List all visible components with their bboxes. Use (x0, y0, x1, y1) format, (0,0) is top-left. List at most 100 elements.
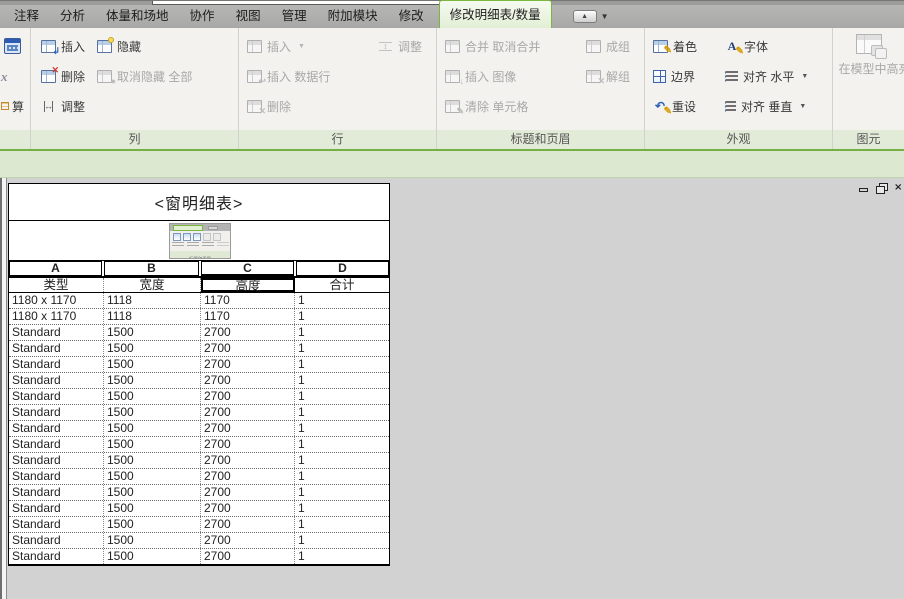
tab-collaborate[interactable]: 协作 (184, 2, 221, 28)
reset-button[interactable]: ↶ ✎ 重设 (653, 98, 711, 117)
table-cell[interactable]: 1170 (201, 293, 295, 308)
table-cell[interactable]: 1500 (104, 325, 201, 340)
header-height-selected[interactable]: 高度 (201, 278, 295, 292)
table-cell[interactable]: 2700 (201, 453, 295, 468)
tab-modify-schedule[interactable]: 修改明细表/数量 (438, 0, 552, 28)
shading-button[interactable]: ✎ 着色 (653, 38, 711, 55)
tab-massing-site[interactable]: 体量和场地 (100, 2, 175, 28)
calculated-button[interactable]: 算 (1, 98, 24, 115)
table-cell[interactable]: 2700 (201, 357, 295, 372)
collapse-ribbon-button[interactable]: ▲ (572, 10, 597, 23)
table-cell[interactable]: Standard (9, 533, 104, 548)
table-cell[interactable]: 2700 (201, 517, 295, 532)
close-icon[interactable]: × (894, 183, 902, 193)
table-cell[interactable]: 2700 (201, 325, 295, 340)
table-cell[interactable]: Standard (9, 357, 104, 372)
table-cell[interactable]: 1500 (104, 341, 201, 356)
column-letter-d[interactable]: D (296, 261, 389, 276)
table-cell[interactable]: Standard (9, 341, 104, 356)
table-cell[interactable]: 1 (295, 453, 389, 468)
table-cell[interactable]: 1500 (104, 437, 201, 452)
table-cell[interactable]: 1500 (104, 373, 201, 388)
table-cell[interactable]: 1 (295, 469, 389, 484)
table-cell[interactable]: Standard (9, 325, 104, 340)
header-width[interactable]: 宽度 (104, 278, 201, 292)
table-cell[interactable]: 1 (295, 421, 389, 436)
table-cell[interactable]: 1 (295, 309, 389, 324)
table-cell[interactable]: Standard (9, 517, 104, 532)
table-cell[interactable]: 1500 (104, 405, 201, 420)
embedded-ribbon-screenshot-image[interactable]: 标题和页眉 (169, 223, 231, 259)
table-cell[interactable]: Standard (9, 469, 104, 484)
tab-manage[interactable]: 管理 (276, 2, 313, 28)
delete-column-button[interactable]: ✕ 删除 (41, 65, 85, 85)
table-cell[interactable]: 1 (295, 357, 389, 372)
table-cell[interactable]: 1500 (104, 389, 201, 404)
table-cell[interactable]: 1500 (104, 357, 201, 372)
table-cell[interactable]: 1500 (104, 485, 201, 500)
tab-modify[interactable]: 修改 (393, 2, 430, 28)
align-vertical-button[interactable]: 对齐 垂直 ▼ (725, 98, 806, 115)
table-cell[interactable]: 1 (295, 533, 389, 548)
tab-addins[interactable]: 附加模块 (322, 2, 384, 28)
table-cell[interactable]: 1 (295, 293, 389, 308)
table-cell[interactable]: 2700 (201, 389, 295, 404)
table-cell[interactable]: Standard (9, 453, 104, 468)
table-cell[interactable]: 1180 x 1170 (9, 293, 104, 308)
table-cell[interactable]: 1180 x 1170 (9, 309, 104, 324)
table-cell[interactable]: Standard (9, 405, 104, 420)
schedule-title[interactable]: <窗明细表> (9, 184, 389, 221)
table-cell[interactable]: 1118 (104, 293, 201, 308)
table-cell[interactable]: 1 (295, 437, 389, 452)
hide-column-button[interactable]: 隐藏 (97, 36, 141, 55)
table-cell[interactable]: Standard (9, 389, 104, 404)
table-cell[interactable]: 1 (295, 517, 389, 532)
header-count[interactable]: 合计 (295, 278, 389, 292)
table-cell[interactable]: 2700 (201, 341, 295, 356)
table-cell[interactable]: 2700 (201, 421, 295, 436)
table-cell[interactable]: 1500 (104, 469, 201, 484)
table-cell[interactable]: 1 (295, 501, 389, 516)
tab-analyze[interactable]: 分析 (54, 2, 91, 28)
align-horizontal-button[interactable]: 对齐 水平 ▼ (725, 68, 808, 85)
borders-button[interactable]: 边界 (653, 68, 711, 85)
column-letter-c-selected[interactable]: C (201, 261, 294, 276)
resize-column-button[interactable]: ↔ 调整 (41, 98, 85, 115)
column-letter-a[interactable]: A (9, 261, 102, 276)
table-cell[interactable]: Standard (9, 373, 104, 388)
table-cell[interactable]: 1 (295, 325, 389, 340)
table-cell[interactable]: 2700 (201, 501, 295, 516)
table-cell[interactable]: 2700 (201, 437, 295, 452)
table-cell[interactable]: 2700 (201, 533, 295, 548)
table-cell[interactable]: 1500 (104, 517, 201, 532)
table-cell[interactable]: 2700 (201, 469, 295, 484)
table-cell[interactable]: 1500 (104, 533, 201, 548)
table-cell[interactable]: 2700 (201, 373, 295, 388)
table-cell[interactable]: 2700 (201, 405, 295, 420)
table-cell[interactable]: 2700 (201, 549, 295, 564)
schedule-image-row[interactable]: 标题和页眉 (9, 221, 389, 261)
table-cell[interactable]: 1500 (104, 453, 201, 468)
insert-column-button[interactable]: ↲ 插入 (41, 38, 85, 55)
table-cell[interactable]: 1 (295, 341, 389, 356)
table-cell[interactable]: Standard (9, 437, 104, 452)
table-cell[interactable]: 1 (295, 373, 389, 388)
table-cell[interactable]: Standard (9, 485, 104, 500)
table-cell[interactable]: 1500 (104, 549, 201, 564)
collapse-ribbon-caret-icon[interactable]: ▼ (601, 12, 609, 21)
table-cell[interactable]: 1 (295, 405, 389, 420)
table-cell[interactable]: Standard (9, 421, 104, 436)
table-cell[interactable]: 1 (295, 549, 389, 564)
table-cell[interactable]: 1 (295, 485, 389, 500)
table-cell[interactable]: Standard (9, 549, 104, 564)
table-cell[interactable]: 1500 (104, 501, 201, 516)
column-letter-b[interactable]: B (104, 261, 199, 276)
table-cell[interactable]: 1500 (104, 421, 201, 436)
table-cell[interactable]: 1 (295, 389, 389, 404)
header-type[interactable]: 类型 (9, 278, 104, 292)
restore-icon[interactable] (876, 183, 888, 194)
tab-annotate[interactable]: 注释 (8, 2, 45, 28)
table-cell[interactable]: 2700 (201, 485, 295, 500)
table-cell[interactable]: 1118 (104, 309, 201, 324)
font-button[interactable]: A ✎ 字体 (725, 38, 768, 57)
